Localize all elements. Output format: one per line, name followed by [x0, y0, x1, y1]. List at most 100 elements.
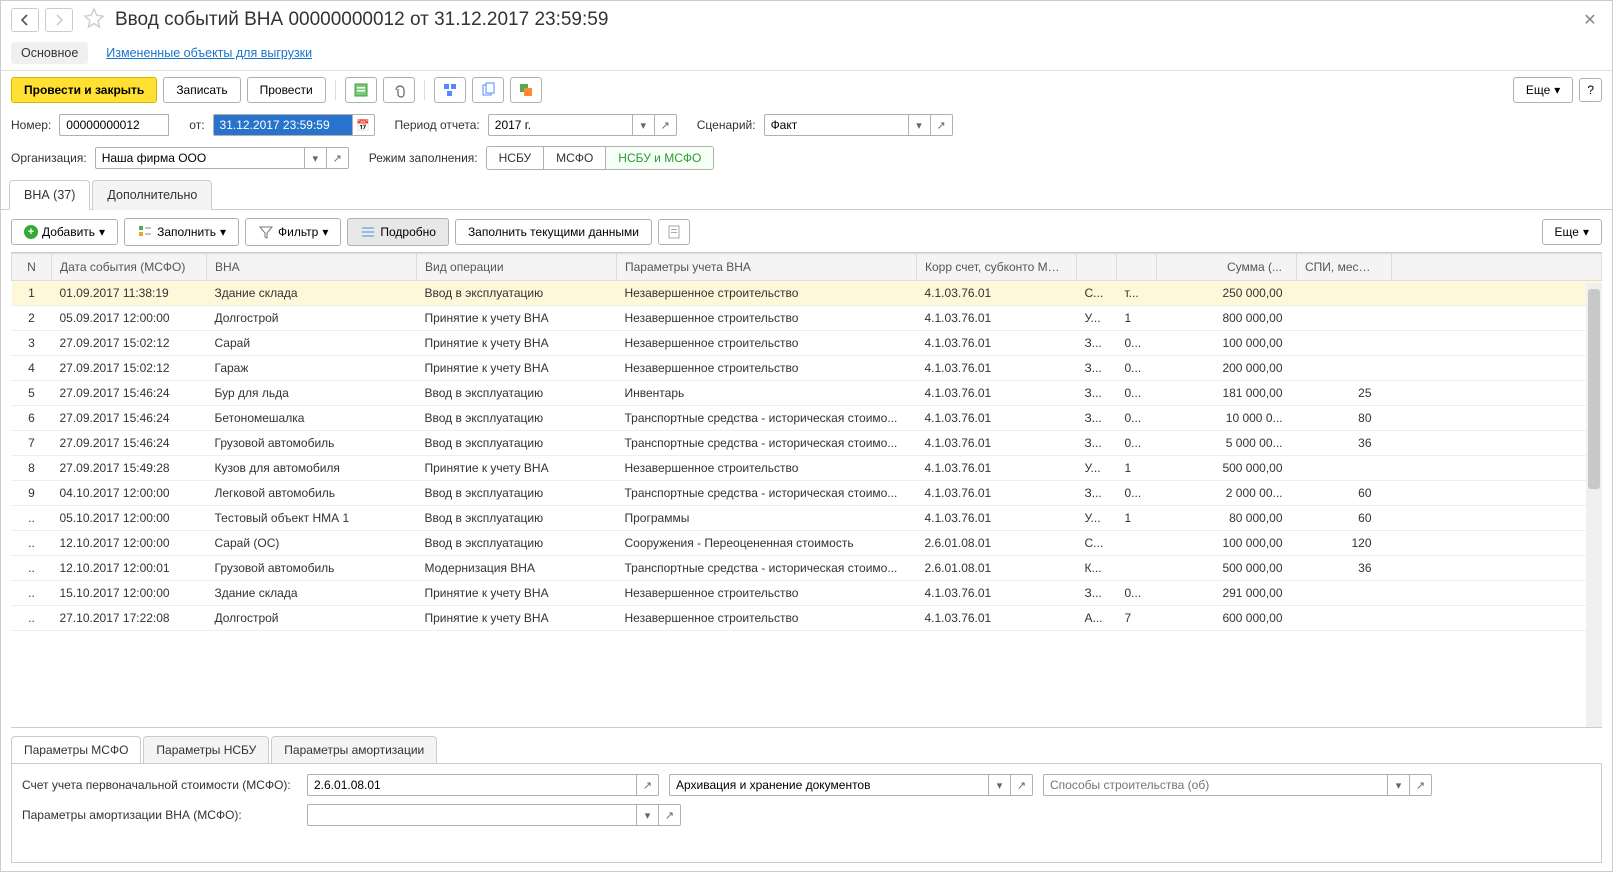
post-and-close-button[interactable]: Провести и закрыть	[11, 77, 157, 103]
bottom-tab-amort[interactable]: Параметры амортизации	[271, 736, 437, 763]
construction-method-field[interactable]	[1043, 774, 1388, 796]
open-icon[interactable]: ↗	[637, 774, 659, 796]
cell-n: ..	[12, 531, 52, 556]
nav-forward-button[interactable]	[45, 8, 73, 32]
org-field[interactable]	[95, 147, 305, 169]
cell-vna: Долгострой	[207, 306, 417, 331]
col-acc[interactable]: Корр счет, субконто МСФО	[917, 254, 1077, 281]
cell-sum: 500 000,00	[1157, 556, 1297, 581]
cell-n: 1	[12, 281, 52, 306]
col-sub2[interactable]	[1117, 254, 1157, 281]
more-menu-button[interactable]: Еще ▾	[1513, 77, 1573, 103]
col-sum[interactable]: Сумма (...	[1157, 254, 1297, 281]
mode-both-toggle[interactable]: НСБУ и МСФО	[606, 147, 713, 169]
dropdown-icon[interactable]: ▾	[909, 114, 931, 136]
col-spi[interactable]: СПИ, мес....	[1297, 254, 1392, 281]
table-row[interactable]: 627.09.2017 15:46:24БетономешалкаВвод в …	[12, 406, 1602, 431]
cell-acc: 4.1.03.76.01	[917, 581, 1077, 606]
favorite-star-icon[interactable]	[79, 7, 109, 32]
table-row[interactable]: ..05.10.2017 12:00:00Тестовый объект НМА…	[12, 506, 1602, 531]
col-vna[interactable]: ВНА	[207, 254, 417, 281]
mode-msfo-toggle[interactable]: МСФО	[544, 147, 606, 169]
number-field[interactable]	[59, 114, 169, 136]
cell-date: 15.10.2017 12:00:00	[52, 581, 207, 606]
dropdown-icon[interactable]: ▾	[633, 114, 655, 136]
bottom-tab-nsbu[interactable]: Параметры НСБУ	[143, 736, 269, 763]
dropdown-icon[interactable]: ▾	[305, 147, 327, 169]
period-field[interactable]	[488, 114, 633, 136]
scrollbar[interactable]	[1586, 283, 1602, 727]
cell-sub2: 0...	[1117, 481, 1157, 506]
col-n[interactable]: N	[12, 254, 52, 281]
table-row[interactable]: 727.09.2017 15:46:24Грузовой автомобильВ…	[12, 431, 1602, 456]
cell-sub2	[1117, 531, 1157, 556]
fill-current-button[interactable]: Заполнить текущими данными	[455, 219, 652, 245]
cell-spacer	[1392, 556, 1602, 581]
close-button[interactable]: ✕	[1578, 8, 1602, 32]
nav-back-button[interactable]	[11, 8, 39, 32]
document-icon[interactable]	[658, 219, 690, 245]
table-row[interactable]: 101.09.2017 11:38:19Здание складаВвод в …	[12, 281, 1602, 306]
scenario-field[interactable]	[764, 114, 909, 136]
table-row[interactable]: ..12.10.2017 12:00:01Грузовой автомобиль…	[12, 556, 1602, 581]
table-row[interactable]: 427.09.2017 15:02:12ГаражПринятие к учет…	[12, 356, 1602, 381]
open-icon[interactable]: ↗	[327, 147, 349, 169]
post-button[interactable]: Провести	[247, 77, 326, 103]
calendar-icon[interactable]: 📅	[353, 114, 375, 136]
cell-sub1: З...	[1077, 431, 1117, 456]
subnav-changed-objects[interactable]: Измененные объекты для выгрузки	[96, 42, 322, 64]
open-icon[interactable]: ↗	[1410, 774, 1432, 796]
col-date[interactable]: Дата события (МСФО)	[52, 254, 207, 281]
table-more-button[interactable]: Еще ▾	[1542, 219, 1602, 245]
list-icon	[360, 224, 376, 240]
bottom-tab-msfo[interactable]: Параметры МСФО	[11, 736, 141, 763]
cell-spi	[1297, 456, 1392, 481]
refresh-icon[interactable]	[510, 77, 542, 103]
copy-icon[interactable]	[472, 77, 504, 103]
open-icon[interactable]: ↗	[659, 804, 681, 826]
open-icon[interactable]: ↗	[655, 114, 677, 136]
tab-vna[interactable]: ВНА (37)	[9, 180, 90, 210]
table-row[interactable]: ..15.10.2017 12:00:00Здание складаПринят…	[12, 581, 1602, 606]
cell-spi	[1297, 606, 1392, 631]
initial-cost-account-label: Счет учета первоначальной стоимости (МСФ…	[22, 778, 297, 792]
date-field[interactable]	[213, 114, 353, 136]
register-movements-icon[interactable]	[345, 77, 377, 103]
cell-date: 27.09.2017 15:49:28	[52, 456, 207, 481]
table-row[interactable]: 527.09.2017 15:46:24Бур для льдаВвод в э…	[12, 381, 1602, 406]
dropdown-icon[interactable]: ▾	[1388, 774, 1410, 796]
table-row[interactable]: 827.09.2017 15:49:28Кузов для автомобиля…	[12, 456, 1602, 481]
amort-params-field[interactable]	[307, 804, 637, 826]
help-button[interactable]: ?	[1579, 78, 1602, 102]
table-row[interactable]: ..27.10.2017 17:22:08ДолгостройПринятие …	[12, 606, 1602, 631]
open-icon[interactable]: ↗	[931, 114, 953, 136]
structure-icon[interactable]	[434, 77, 466, 103]
col-sub1[interactable]	[1077, 254, 1117, 281]
fill-button[interactable]: Заполнить ▾	[124, 218, 239, 246]
archiving-field[interactable]	[669, 774, 989, 796]
write-button[interactable]: Записать	[163, 77, 240, 103]
subnav-main[interactable]: Основное	[11, 42, 88, 64]
filter-button[interactable]: Фильтр ▾	[245, 218, 341, 246]
cell-par: Незавершенное строительство	[617, 581, 917, 606]
initial-cost-account-field[interactable]	[307, 774, 637, 796]
scrollbar-thumb[interactable]	[1588, 289, 1600, 489]
mode-nsbu-toggle[interactable]: НСБУ	[487, 147, 545, 169]
cell-spi	[1297, 281, 1392, 306]
details-button[interactable]: Подробно	[347, 218, 449, 246]
cell-sum: 5 000 00...	[1157, 431, 1297, 456]
add-button[interactable]: + Добавить ▾	[11, 219, 118, 245]
table-row[interactable]: ..12.10.2017 12:00:00Сарай (ОС)Ввод в эк…	[12, 531, 1602, 556]
dropdown-icon[interactable]: ▾	[989, 774, 1011, 796]
open-icon[interactable]: ↗	[1011, 774, 1033, 796]
table-row[interactable]: 327.09.2017 15:02:12СарайПринятие к учет…	[12, 331, 1602, 356]
attachments-icon[interactable]	[383, 77, 415, 103]
titlebar: Ввод событий ВНА 00000000012 от 31.12.20…	[1, 1, 1612, 38]
col-op[interactable]: Вид операции	[417, 254, 617, 281]
tab-extra[interactable]: Дополнительно	[92, 180, 212, 210]
dropdown-icon[interactable]: ▾	[637, 804, 659, 826]
col-par[interactable]: Параметры учета ВНА	[617, 254, 917, 281]
table-row[interactable]: 205.09.2017 12:00:00ДолгостройПринятие к…	[12, 306, 1602, 331]
cell-date: 01.09.2017 11:38:19	[52, 281, 207, 306]
table-row[interactable]: 904.10.2017 12:00:00Легковой автомобильВ…	[12, 481, 1602, 506]
